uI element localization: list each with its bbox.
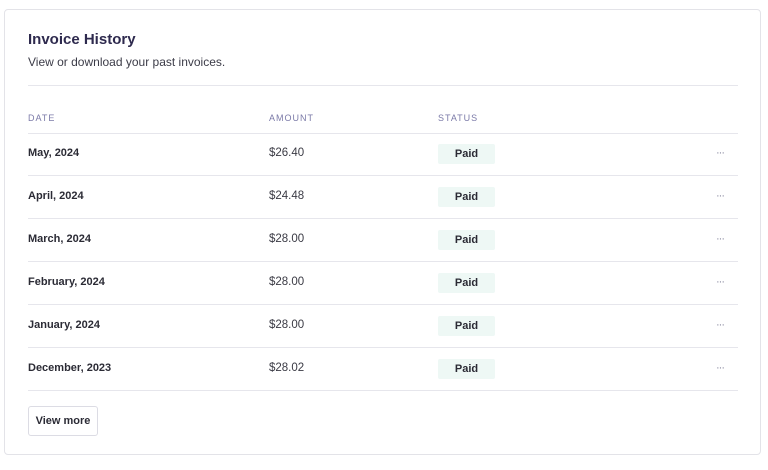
table-row: December, 2023 $28.02 Paid ···: [28, 348, 738, 391]
invoice-date: March, 2024: [28, 233, 91, 245]
table-row: May, 2024 $26.40 Paid ···: [28, 133, 738, 176]
column-header-status: STATUS: [438, 113, 479, 123]
status-badge: Paid: [438, 187, 495, 207]
invoice-amount: $28.00: [269, 233, 305, 245]
ellipsis-icon[interactable]: ···: [710, 142, 730, 164]
invoice-amount: $26.40: [269, 147, 305, 159]
ellipsis-icon[interactable]: ···: [710, 314, 730, 336]
table-row: February, 2024 $28.00 Paid ···: [28, 262, 738, 305]
column-header-amount: AMOUNT: [269, 113, 314, 123]
invoice-amount: $28.00: [269, 319, 305, 331]
card-title: Invoice History: [28, 31, 136, 48]
status-badge: Paid: [438, 230, 495, 250]
invoice-date: May, 2024: [28, 147, 80, 159]
ellipsis-icon[interactable]: ···: [710, 185, 730, 207]
invoice-date: April, 2024: [28, 190, 84, 202]
invoice-table-body: May, 2024 $26.40 Paid ··· April, 2024 $2…: [28, 133, 738, 391]
ellipsis-icon[interactable]: ···: [710, 357, 730, 379]
card-subtitle: View or download your past invoices.: [28, 55, 226, 69]
table-row: April, 2024 $24.48 Paid ···: [28, 176, 738, 219]
ellipsis-icon[interactable]: ···: [710, 228, 730, 250]
divider: [28, 85, 738, 86]
table-header: DATE AMOUNT STATUS: [28, 106, 738, 134]
column-header-date: DATE: [28, 113, 56, 123]
status-badge: Paid: [438, 144, 495, 164]
invoice-amount: $28.02: [269, 362, 305, 374]
invoice-history-card: Invoice History View or download your pa…: [4, 9, 761, 455]
status-badge: Paid: [438, 359, 495, 379]
status-badge: Paid: [438, 273, 495, 293]
table-row: January, 2024 $28.00 Paid ···: [28, 305, 738, 348]
invoice-date: February, 2024: [28, 276, 105, 288]
view-more-button[interactable]: View more: [28, 406, 98, 436]
invoice-amount: $28.00: [269, 276, 305, 288]
invoice-date: January, 2024: [28, 319, 100, 331]
table-row: March, 2024 $28.00 Paid ···: [28, 219, 738, 262]
ellipsis-icon[interactable]: ···: [710, 271, 730, 293]
invoice-amount: $24.48: [269, 190, 305, 202]
invoice-date: December, 2023: [28, 362, 112, 374]
status-badge: Paid: [438, 316, 495, 336]
